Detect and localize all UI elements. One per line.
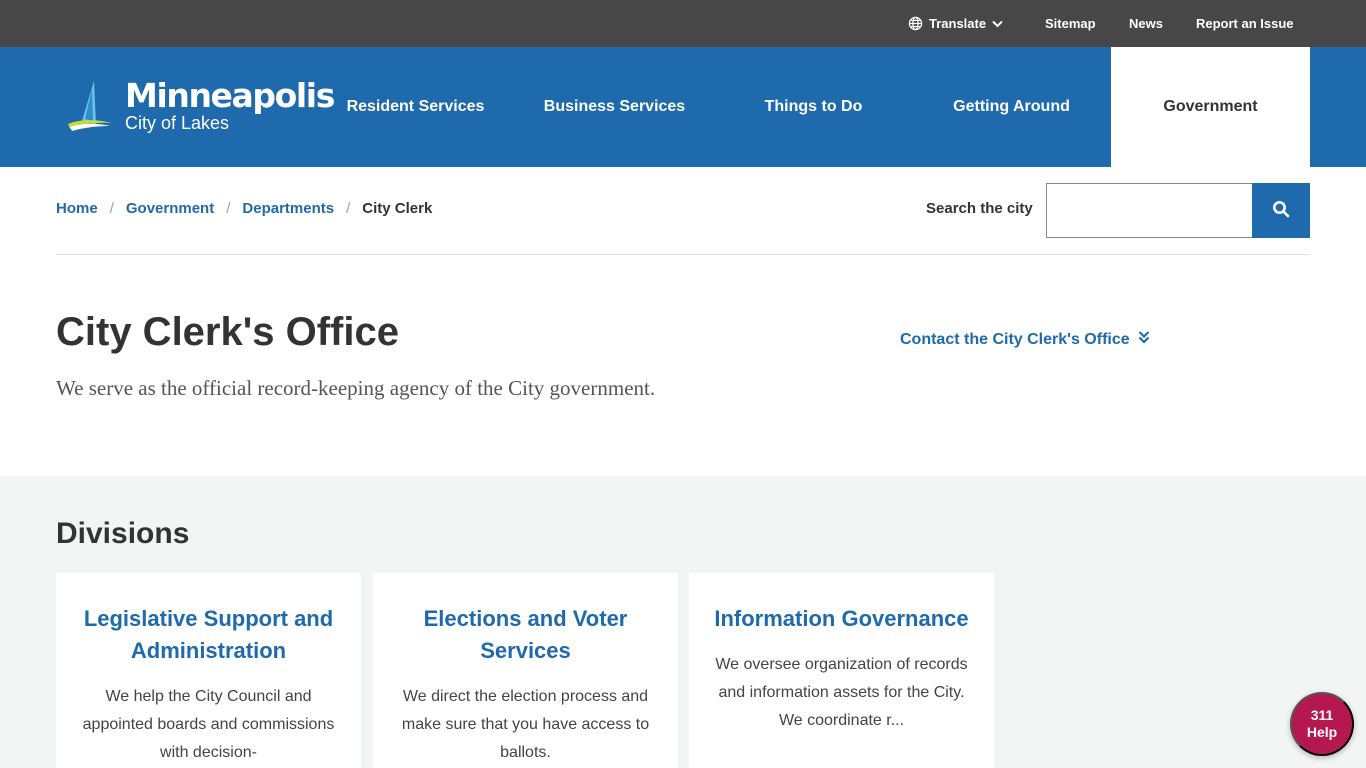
breadcrumb: Home / Government / Departments / City C… <box>56 200 432 217</box>
division-card-title[interactable]: Information Governance <box>713 603 970 635</box>
breadcrumb-home[interactable]: Home <box>56 200 98 217</box>
search-icon <box>1272 200 1290 221</box>
page-subtitle: We serve as the official record-keeping … <box>56 376 656 400</box>
nav-resident-services[interactable]: Resident Services <box>316 47 515 167</box>
division-card: Legislative Support and Administration W… <box>56 573 361 768</box>
nav-business-services[interactable]: Business Services <box>515 47 714 167</box>
logo-name: Minneapolis <box>125 76 335 115</box>
site-logo[interactable]: Minneapolis City of Lakes <box>66 77 335 137</box>
nav-getting-around[interactable]: Getting Around <box>912 47 1111 167</box>
search-input[interactable] <box>1046 183 1253 238</box>
breadcrumb-separator: / <box>226 200 231 217</box>
utility-bar: Translate Sitemap News Report an Issue <box>0 0 1366 47</box>
translate-button[interactable]: Translate <box>908 0 1003 47</box>
main-nav: Minneapolis City of Lakes Resident Servi… <box>0 47 1366 167</box>
help-label: Help <box>1306 724 1338 740</box>
division-card-text: We direct the election process and make … <box>401 688 650 761</box>
division-card: Information Governance We oversee organi… <box>689 573 994 768</box>
division-card-text: We oversee organization of records and i… <box>715 656 968 729</box>
contact-clerk-link[interactable]: Contact the City Clerk's Office <box>900 330 1150 349</box>
breadcrumb-separator: / <box>109 200 114 217</box>
page-title: City Clerk's Office <box>56 310 399 354</box>
breadcrumb-separator: / <box>346 200 351 217</box>
translate-label: Translate <box>929 16 987 31</box>
report-issue-link[interactable]: Report an Issue <box>1196 0 1294 47</box>
divisions-section: Divisions Legislative Support and Admini… <box>0 476 1366 768</box>
search-label: Search the city <box>926 200 1033 217</box>
globe-icon <box>908 16 923 31</box>
nav-things-to-do[interactable]: Things to Do <box>714 47 913 167</box>
sitemap-link[interactable]: Sitemap <box>1045 0 1096 47</box>
breadcrumb-departments[interactable]: Departments <box>242 200 334 217</box>
breadcrumb-search-row: Home / Government / Departments / City C… <box>56 167 1310 255</box>
division-card-title[interactable]: Elections and Voter Services <box>397 603 654 667</box>
contact-link-label: Contact the City Clerk's Office <box>900 330 1130 348</box>
double-chevron-down-icon <box>1138 330 1150 349</box>
help-number: 311 <box>1310 707 1334 723</box>
search-button[interactable] <box>1252 183 1310 238</box>
news-link[interactable]: News <box>1129 0 1163 47</box>
division-card-text: We help the City Council and appointed b… <box>82 688 335 761</box>
311-help-button[interactable]: 311 Help <box>1290 692 1354 756</box>
division-card-title[interactable]: Legislative Support and Administration <box>80 603 337 667</box>
division-card: Elections and Voter Services We direct t… <box>373 573 678 768</box>
divisions-heading: Divisions <box>56 517 190 550</box>
sailboat-logo-icon <box>66 79 114 136</box>
nav-government[interactable]: Government <box>1111 47 1310 167</box>
logo-tagline: City of Lakes <box>125 113 230 133</box>
breadcrumb-current: City Clerk <box>362 200 433 217</box>
breadcrumb-government[interactable]: Government <box>126 200 214 217</box>
chevron-down-icon <box>992 20 1003 28</box>
